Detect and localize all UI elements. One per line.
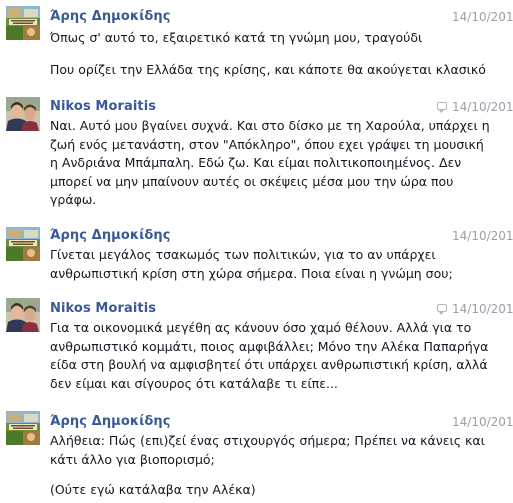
avatar[interactable] <box>6 97 40 131</box>
message-text: Ναι. Αυτό μου βγαίνει συχνά. Και στο δίσ… <box>50 118 490 207</box>
timestamp: 14/10/201 <box>452 415 513 429</box>
message-text: Γίνεται μεγάλος τσακωμός των πολιτικών, … <box>50 247 453 281</box>
message-text: Που ορίζει την Ελλάδα της κρίσης, και κά… <box>50 62 486 77</box>
timestamp: 14/10/201 <box>452 10 513 24</box>
message-text: Για τα οικονομικά μεγέθη ας κάνουν όσο χ… <box>50 320 489 391</box>
message-text: Αλήθεια: Πώς (επι)ζεί ένας στιχουργός σή… <box>50 433 485 467</box>
author-name[interactable]: Άρης Δημοκίδης <box>50 414 171 429</box>
author-name[interactable]: Άρης Δημοκίδης <box>50 228 171 243</box>
message-text: Όπως σ' αυτό το, εξαιρετικό κατά τη γνώμ… <box>50 30 423 45</box>
avatar[interactable] <box>6 6 40 40</box>
avatar[interactable] <box>6 298 40 332</box>
author-name[interactable]: Nikos Moraitis <box>50 301 156 316</box>
avatar[interactable] <box>6 411 40 445</box>
avatar[interactable] <box>6 227 40 261</box>
author-name[interactable]: Nikos Moraitis <box>50 99 156 114</box>
timestamp: 14/10/201 <box>452 229 513 243</box>
author-name[interactable]: Άρης Δημοκίδης <box>50 9 171 24</box>
message-text: (Ούτε εγώ κατάλαβα την Αλέκα) <box>50 482 256 497</box>
seen-icon <box>437 102 447 113</box>
seen-icon <box>437 304 447 315</box>
timestamp: 14/10/201 <box>452 100 513 114</box>
timestamp: 14/10/201 <box>452 302 513 316</box>
